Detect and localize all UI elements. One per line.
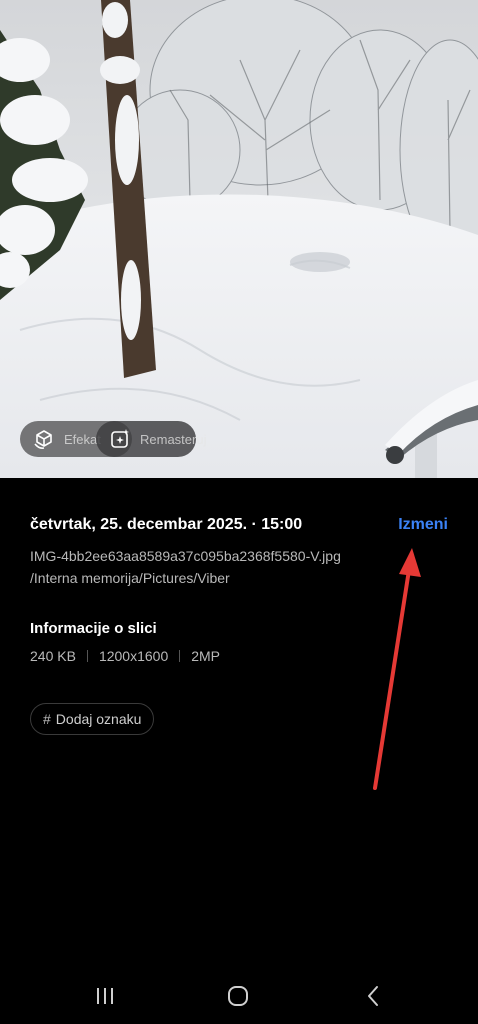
system-nav-bar xyxy=(0,964,478,1024)
edit-button[interactable]: Izmeni xyxy=(398,516,448,534)
recent-apps-button[interactable] xyxy=(83,982,127,1010)
file-name: IMG-4bb2ee63aa8589a37c095ba2368f5580-V.j… xyxy=(30,548,341,564)
add-tag-label: Dodaj oznaku xyxy=(55,711,142,727)
resolution: 1200x1600 xyxy=(98,648,169,664)
file-size: 240 KB xyxy=(30,648,76,664)
home-button[interactable] xyxy=(216,982,260,1010)
photo-preview[interactable]: Efekat Remasteruj xyxy=(0,0,478,478)
recent-apps-icon xyxy=(97,988,113,1004)
back-icon xyxy=(368,986,378,1006)
back-button[interactable] xyxy=(351,982,395,1010)
date-time: četvrtak, 25. decembar 2025. · 15:00 xyxy=(30,516,303,533)
remaster-chip[interactable]: Remasteruj xyxy=(96,421,206,457)
home-icon xyxy=(228,986,248,1006)
sparkle-icon xyxy=(111,429,129,448)
date-row: četvrtak, 25. decembar 2025. · 15:00 Izm… xyxy=(30,516,448,538)
remaster-label: Remasteruj xyxy=(140,431,207,447)
megapixels: 2MP xyxy=(191,648,221,664)
image-info-title: Informacije o slici xyxy=(30,620,157,637)
add-tag-button[interactable]: # Dodaj oznaku xyxy=(30,703,155,735)
image-info-row: 240 KB 1200x1600 2MP xyxy=(30,648,220,664)
snow-scene-image xyxy=(0,0,478,478)
divider xyxy=(179,650,181,662)
divider xyxy=(86,650,88,662)
file-path[interactable]: /Interna memorija/Pictures/Viber xyxy=(30,570,230,586)
hash-icon: # xyxy=(43,711,51,727)
effects-icon xyxy=(34,430,52,449)
